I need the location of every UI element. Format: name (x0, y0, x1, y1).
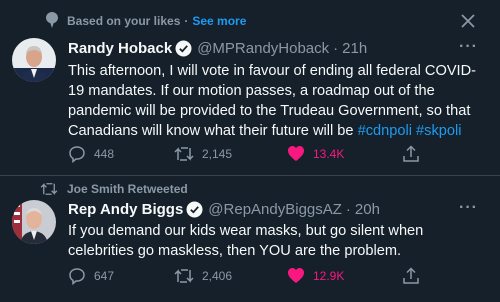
author-name[interactable]: Randy Hoback (68, 40, 172, 57)
retweet-context[interactable]: Joe Smith Retweeted (67, 182, 188, 196)
reply-button[interactable]: 647 (68, 267, 114, 285)
retweet-icon (40, 182, 58, 201)
retweet-icon (174, 147, 194, 161)
like-button[interactable]: 12.9K (287, 267, 344, 284)
reply-count: 448 (94, 147, 115, 161)
share-button[interactable] (402, 267, 428, 285)
tweet-header: Randy Hoback @MPRandyHoback · 21h (68, 40, 367, 57)
hashtag-link[interactable]: #cdnpoli (358, 123, 412, 139)
tweet-card-randy-hoback[interactable]: Based on your likes · See more Randy Hob… (0, 0, 500, 176)
verified-icon (186, 201, 203, 218)
hashtag-link[interactable]: #skpoli (416, 123, 461, 139)
like-count: 13.4K (313, 146, 345, 161)
author-name[interactable]: Rep Andy Biggs (68, 201, 183, 218)
separator: · (345, 201, 351, 218)
like-icon (288, 268, 304, 283)
more-icon[interactable]: ··· (459, 38, 478, 56)
context-separator: · (184, 14, 189, 28)
tweet-card-andy-biggs[interactable]: Joe Smith Retweeted Rep Andy Biggs @RepA… (0, 176, 500, 302)
share-button[interactable] (402, 145, 428, 163)
verified-icon (175, 40, 192, 57)
tweet-header: Rep Andy Biggs @RepAndyBiggsAZ · 20h (68, 201, 380, 218)
retweet-button[interactable]: 2,406 (174, 267, 232, 285)
retweet-count: 2,406 (202, 269, 233, 283)
avatar[interactable] (12, 200, 56, 244)
recommendation-context: Based on your likes · See more (67, 14, 246, 28)
tweet-text: This afternoon, I will vote in favour of… (68, 61, 488, 141)
tweet-body: If you demand our kids wear masks, but g… (68, 223, 424, 259)
retweet-count: 2,145 (202, 147, 233, 161)
like-icon (288, 146, 304, 161)
tweet-body: This afternoon, I will vote in favour of… (68, 63, 477, 139)
reply-button[interactable]: 448 (68, 145, 114, 163)
retweet-icon (174, 269, 194, 283)
retweeted-by[interactable]: Joe Smith Retweeted (67, 182, 188, 196)
author-handle[interactable]: @MPRandyHoback (197, 40, 329, 57)
share-icon (403, 145, 419, 162)
separator: · (333, 40, 339, 57)
see-more-link[interactable]: See more (192, 14, 246, 28)
sparkle-icon (46, 12, 58, 33)
timestamp[interactable]: 20h (355, 201, 380, 218)
like-count: 12.9K (313, 268, 345, 283)
reply-icon (69, 268, 85, 285)
context-text: Based on your likes (67, 14, 181, 28)
timestamp[interactable]: 21h (342, 40, 367, 57)
close-icon[interactable] (460, 13, 476, 29)
tweet-actions: 647 2,406 12.9K (68, 267, 468, 287)
tweet-actions: 448 2,145 13.4K (68, 145, 468, 165)
author-handle[interactable]: @RepAndyBiggsAZ (208, 201, 342, 218)
share-icon (403, 267, 419, 284)
more-icon[interactable]: ··· (459, 199, 478, 217)
tweet-text: If you demand our kids wear masks, but g… (68, 221, 488, 261)
reply-count: 647 (94, 269, 115, 283)
like-button[interactable]: 13.4K (287, 145, 344, 162)
reply-icon (69, 146, 85, 163)
retweet-button[interactable]: 2,145 (174, 145, 232, 163)
avatar[interactable] (12, 38, 56, 82)
